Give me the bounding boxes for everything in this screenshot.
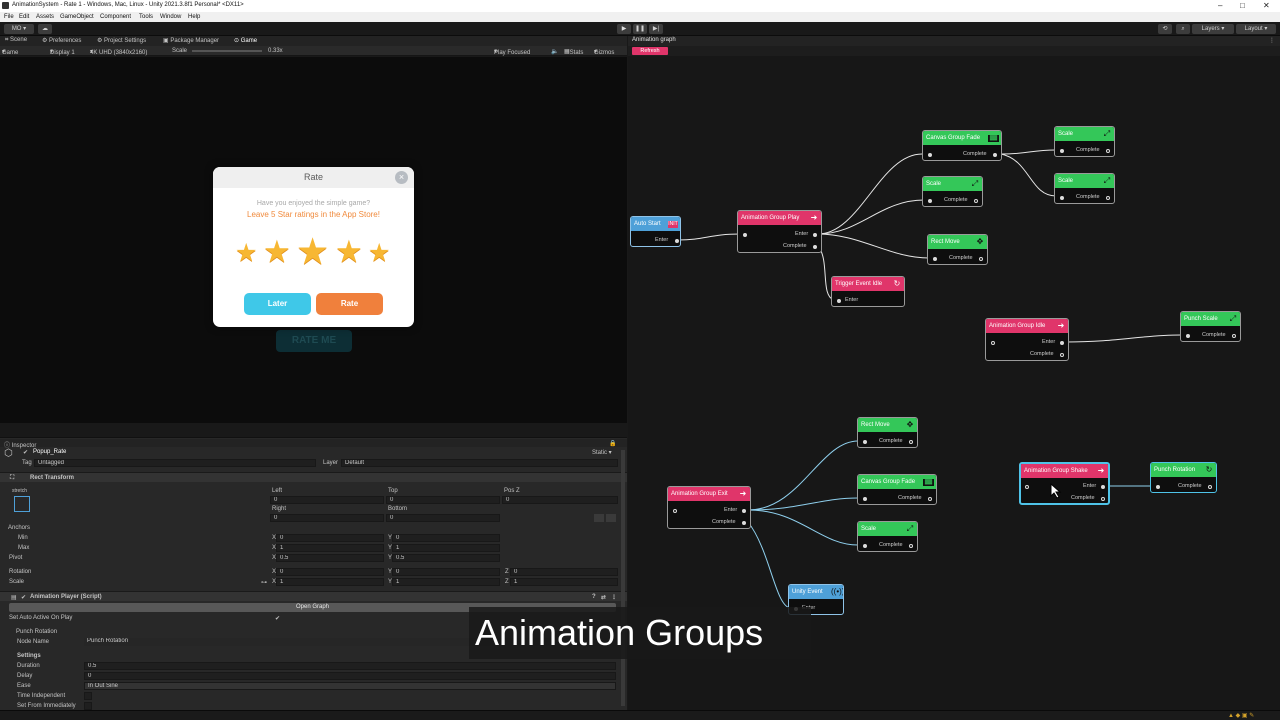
- input-port[interactable]: [743, 233, 747, 237]
- output-port[interactable]: [742, 509, 746, 513]
- edge: [1065, 334, 1182, 343]
- output-port[interactable]: [1060, 341, 1064, 345]
- output-port[interactable]: [974, 199, 978, 203]
- node-rect-move[interactable]: Rect Move ✥ Complete: [857, 417, 918, 448]
- output-port[interactable]: [1106, 149, 1110, 153]
- input-port[interactable]: [1060, 149, 1064, 153]
- input-port[interactable]: [1060, 196, 1064, 200]
- node-animation-group-idle[interactable]: Animation Group Idle ➜ Enter Complete: [985, 318, 1069, 361]
- edge: [817, 199, 925, 235]
- arrow-right-icon: ➜: [1057, 321, 1065, 330]
- scale-icon: ⤢: [1103, 176, 1111, 185]
- fade-icon: ▓▓: [988, 135, 999, 142]
- output-port[interactable]: [1106, 196, 1110, 200]
- output-port[interactable]: [742, 521, 746, 525]
- node-scale[interactable]: Scale ⤢ Complete: [922, 176, 983, 207]
- output-port[interactable]: [993, 153, 997, 157]
- node-punch-scale[interactable]: Punch Scale ⤢ Complete: [1180, 311, 1241, 342]
- mouse-cursor-icon: [1050, 483, 1062, 499]
- trigger-icon: ↻: [893, 279, 901, 288]
- edge: [747, 440, 859, 511]
- output-port[interactable]: [1101, 497, 1105, 501]
- move-icon: ✥: [906, 420, 914, 429]
- output-port[interactable]: [1101, 485, 1105, 489]
- node-auto-start[interactable]: Auto Start INIT Enter: [630, 216, 681, 247]
- edge: [747, 509, 859, 546]
- input-port[interactable]: [863, 497, 867, 501]
- edge: [747, 497, 859, 511]
- output-port[interactable]: [909, 440, 913, 444]
- node-animation-group-play[interactable]: Animation Group Play ➜ Enter Complete: [737, 210, 822, 253]
- status-icons: ▲ ◆ ▣ ✎: [1228, 713, 1255, 719]
- arrow-right-icon: ➜: [1097, 466, 1105, 475]
- input-port[interactable]: [837, 299, 841, 303]
- input-port[interactable]: [863, 544, 867, 548]
- input-port[interactable]: [928, 199, 932, 203]
- node-scale[interactable]: Scale ⤢ Complete: [1054, 126, 1115, 157]
- output-port[interactable]: [1208, 485, 1212, 489]
- fade-icon: ▓▓: [923, 479, 934, 486]
- edge: [677, 233, 741, 241]
- node-trigger-event-idle[interactable]: Trigger Event Idle ↻ Enter: [831, 276, 905, 307]
- status-bar: ▲ ◆ ▣ ✎: [0, 710, 1280, 720]
- scale-icon: ⤢: [1229, 314, 1237, 323]
- node-animation-group-shake[interactable]: Animation Group Shake ➜ Enter Complete: [1019, 462, 1110, 505]
- input-port[interactable]: [933, 257, 937, 261]
- output-port[interactable]: [813, 233, 817, 237]
- output-port[interactable]: [813, 245, 817, 249]
- node-scale[interactable]: Scale ⤢ Complete: [1054, 173, 1115, 204]
- node-canvas-group-fade[interactable]: Canvas Group Fade ▓▓ Complete: [922, 130, 1002, 161]
- node-scale[interactable]: Scale ⤢ Complete: [857, 521, 918, 552]
- input-port[interactable]: [991, 341, 995, 345]
- output-port[interactable]: [1232, 334, 1236, 338]
- input-port[interactable]: [1025, 485, 1029, 489]
- edge: [747, 521, 791, 609]
- broadcast-icon: ((•)): [831, 587, 844, 596]
- rotate-icon: ↻: [1205, 465, 1213, 474]
- output-port[interactable]: [1060, 353, 1064, 357]
- output-port[interactable]: [675, 239, 679, 243]
- input-port[interactable]: [928, 153, 932, 157]
- input-port[interactable]: [673, 509, 677, 513]
- input-port[interactable]: [1186, 334, 1190, 338]
- edge: [817, 233, 930, 259]
- node-canvas-group-fade[interactable]: Canvas Group Fade ▓▓ Complete: [857, 474, 937, 505]
- arrow-right-icon: ➜: [739, 489, 747, 498]
- scale-icon: ⤢: [906, 524, 914, 533]
- edge: [1000, 153, 1057, 197]
- arrow-right-icon: ➜: [810, 213, 818, 222]
- move-icon: ✥: [976, 237, 984, 246]
- node-punch-rotation[interactable]: Punch Rotation ↻ Complete: [1150, 462, 1217, 493]
- node-rect-move[interactable]: Rect Move ✥ Complete: [927, 234, 988, 265]
- video-caption: Animation Groups: [469, 607, 811, 659]
- scale-icon: ⤢: [1103, 129, 1111, 138]
- input-port[interactable]: [1156, 485, 1160, 489]
- edge: [817, 153, 923, 235]
- output-port[interactable]: [928, 497, 932, 501]
- scale-icon: ⤢: [971, 179, 979, 188]
- node-animation-group-exit[interactable]: Animation Group Exit ➜ Enter Complete: [667, 486, 751, 529]
- output-port[interactable]: [979, 257, 983, 261]
- edge: [1000, 149, 1057, 155]
- input-port[interactable]: [863, 440, 867, 444]
- output-port[interactable]: [909, 544, 913, 548]
- start-icon: INIT: [668, 221, 678, 228]
